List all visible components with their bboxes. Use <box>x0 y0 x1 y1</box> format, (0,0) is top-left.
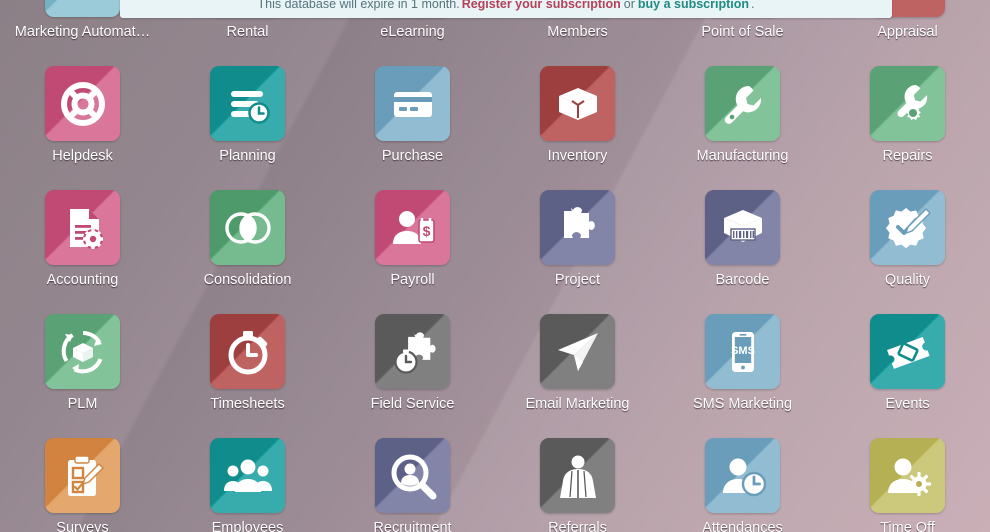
app-label: Referrals <box>548 520 607 532</box>
app-label: Manufacturing <box>696 148 789 164</box>
two-circles-icon[interactable] <box>210 190 285 265</box>
app-tile-attendances[interactable]: Attendances <box>660 438 825 532</box>
app-tile-email-marketing[interactable]: Email Marketing <box>495 314 660 413</box>
app-tile-repairs[interactable]: Repairs <box>825 66 990 165</box>
app-label: Inventory <box>547 148 608 164</box>
app-tile-employees[interactable]: Employees <box>165 438 330 532</box>
clipboard-pencil-icon[interactable] <box>45 438 120 513</box>
people-group-icon[interactable] <box>210 438 285 513</box>
app-label: Planning <box>219 148 276 164</box>
person-clock-icon[interactable] <box>705 438 780 513</box>
credit-card-icon[interactable] <box>375 66 450 141</box>
banner-period: . <box>751 0 755 11</box>
puzzle-piece-icon[interactable] <box>540 190 615 265</box>
svg-text:SMS: SMS <box>731 345 755 357</box>
app-label: Members <box>547 24 608 40</box>
app-label: Accounting <box>46 272 119 288</box>
app-tile-manufacturing[interactable]: Manufacturing <box>660 66 825 165</box>
app-tile-time-off[interactable]: Time Off <box>825 438 990 532</box>
lifebuoy-icon[interactable] <box>45 66 120 141</box>
app-tile-events[interactable]: Events <box>825 314 990 413</box>
app-label: PLM <box>67 396 98 412</box>
open-box-icon[interactable] <box>540 66 615 141</box>
banner-or-text: or <box>623 0 635 11</box>
app-tile-recruitment[interactable]: Recruitment <box>330 438 495 532</box>
app-label: Consolidation <box>203 272 292 288</box>
app-label: Surveys <box>56 520 109 532</box>
app-tile-consolidation[interactable]: Consolidation <box>165 190 330 289</box>
person-gear-icon[interactable] <box>870 438 945 513</box>
app-tile-sms-marketing[interactable]: SMS SMS Marketing <box>660 314 825 413</box>
superhero-cape-icon[interactable] <box>540 438 615 513</box>
app-tile-timesheets[interactable]: Timesheets <box>165 314 330 413</box>
app-label: Rental <box>226 24 269 40</box>
person-money-icon[interactable]: $ <box>375 190 450 265</box>
app-label: Project <box>554 272 601 288</box>
register-subscription-link[interactable]: Register your subscription <box>462 0 621 11</box>
app-tile-quality[interactable]: Quality <box>825 190 990 289</box>
badge-pencil-icon[interactable] <box>870 190 945 265</box>
app-tile-referrals[interactable]: Referrals <box>495 438 660 532</box>
puzzle-stopwatch-icon[interactable] <box>375 314 450 389</box>
database-expiry-banner: This database will expire in 1 month. Re… <box>120 0 892 18</box>
app-label: Employees <box>211 520 284 532</box>
app-label: Point of Sale <box>701 24 784 40</box>
wrench-icon[interactable] <box>705 66 780 141</box>
app-label: Field Service <box>370 396 455 412</box>
app-label: Repairs <box>882 148 933 164</box>
barcode-box-icon[interactable] <box>705 190 780 265</box>
wrench-gear-icon[interactable] <box>870 66 945 141</box>
app-label: Marketing Automat… <box>14 24 151 40</box>
app-tile-helpdesk[interactable]: Helpdesk <box>0 66 165 165</box>
app-tile-field-service[interactable]: Field Service <box>330 314 495 413</box>
app-tile-inventory[interactable]: Inventory <box>495 66 660 165</box>
app-tile-surveys[interactable]: Surveys <box>0 438 165 532</box>
app-label: Recruitment <box>373 520 452 532</box>
app-label: Purchase <box>381 148 444 164</box>
sms-phone-icon[interactable]: SMS <box>705 314 780 389</box>
cycle-box-icon[interactable] <box>45 314 120 389</box>
expiry-message: This database will expire in 1 month. <box>257 0 460 11</box>
app-label: Barcode <box>715 272 770 288</box>
app-label: Attendances <box>702 520 783 532</box>
app-label: Timesheets <box>210 396 285 412</box>
planning-bars-clock-icon[interactable] <box>210 66 285 141</box>
stopwatch-icon[interactable] <box>210 314 285 389</box>
app-label: eLearning <box>380 24 445 40</box>
app-tile-project[interactable]: Project <box>495 190 660 289</box>
app-label: Quality <box>884 272 931 288</box>
ticket-icon[interactable] <box>870 314 945 389</box>
app-label: Helpdesk <box>52 148 113 164</box>
app-label: SMS Marketing <box>692 396 793 412</box>
buy-subscription-link[interactable]: buy a subscription <box>638 0 749 11</box>
person-magnifier-icon[interactable] <box>375 438 450 513</box>
app-tile-planning[interactable]: Planning <box>165 66 330 165</box>
marketing-automation-icon[interactable] <box>45 0 120 17</box>
document-gear-icon[interactable] <box>45 190 120 265</box>
app-label: Time Off <box>880 520 935 532</box>
app-tile-accounting[interactable]: Accounting <box>0 190 165 289</box>
app-tile-plm[interactable]: PLM <box>0 314 165 413</box>
app-tile-purchase[interactable]: Purchase <box>330 66 495 165</box>
app-tile-payroll[interactable]: $ Payroll <box>330 190 495 289</box>
app-label: Events <box>885 396 930 412</box>
app-label: Email Marketing <box>525 396 630 412</box>
app-label: Appraisal <box>877 24 938 40</box>
app-tile-barcode[interactable]: Barcode <box>660 190 825 289</box>
app-label: Payroll <box>390 272 435 288</box>
app-launcher-grid: Marketing Automat… Rental eLearning Members… <box>0 0 990 532</box>
paper-plane-icon[interactable] <box>540 314 615 389</box>
svg-text:$: $ <box>422 223 430 239</box>
